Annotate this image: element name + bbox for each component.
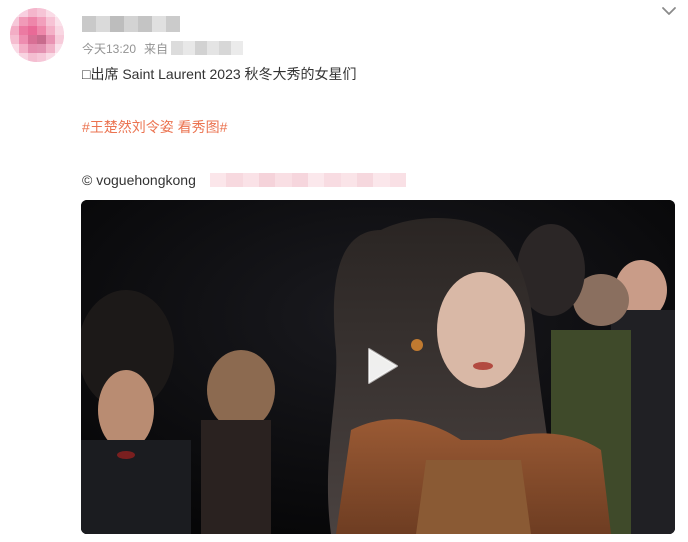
credit-redacted <box>210 173 406 187</box>
avatar-mosaic <box>10 8 64 62</box>
post-text-line: □出席 Saint Laurent 2023 秋冬大秀的女星们 <box>82 66 357 82</box>
play-icon <box>368 348 398 384</box>
chevron-down-icon[interactable] <box>660 4 678 18</box>
post-time[interactable]: 今天13:20 <box>82 40 136 57</box>
play-button[interactable] <box>357 343 403 389</box>
video-player[interactable] <box>81 200 675 534</box>
username-redacted[interactable] <box>82 16 180 32</box>
source-redacted <box>171 41 244 55</box>
photo-credit: © voguehongkong <box>82 172 196 188</box>
hashtag-link[interactable]: #王楚然刘令姿 看秀图# <box>82 117 227 137</box>
from-label: 来自 <box>144 41 169 56</box>
post-meta: 今天13:20 来自 <box>82 40 244 57</box>
avatar[interactable] <box>10 8 64 62</box>
